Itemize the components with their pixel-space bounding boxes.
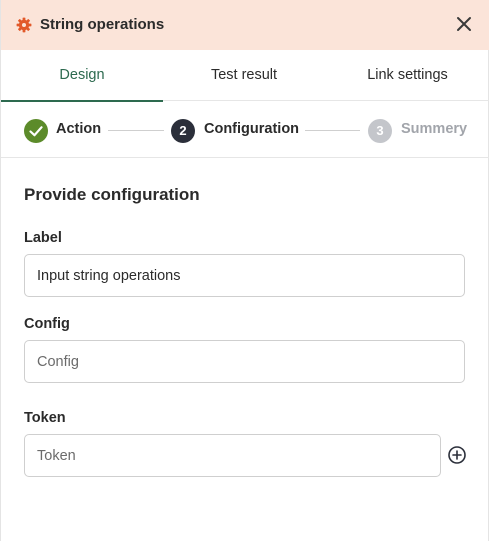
tab-link-settings[interactable]: Link settings bbox=[325, 50, 489, 101]
tab-test-result[interactable]: Test result bbox=[163, 50, 325, 101]
tab-bar: Design Test result Link settings bbox=[1, 50, 489, 102]
check-icon bbox=[29, 126, 43, 137]
token-field-label: Token bbox=[24, 410, 66, 426]
string-operations-panel: String operations Design Test result Lin… bbox=[0, 0, 489, 541]
config-field-label: Config bbox=[24, 316, 70, 332]
plus-circle-icon[interactable] bbox=[447, 445, 467, 465]
step-summery-label: Summery bbox=[401, 121, 468, 137]
step-connector bbox=[108, 130, 164, 131]
step-connector bbox=[305, 130, 360, 131]
step-summery-marker: 3 bbox=[368, 119, 392, 143]
label-field-label: Label bbox=[24, 230, 62, 246]
tab-design[interactable]: Design bbox=[1, 50, 163, 102]
token-input[interactable] bbox=[24, 434, 441, 477]
gear-icon bbox=[16, 17, 32, 33]
panel-title: String operations bbox=[40, 16, 165, 33]
step-configuration-marker: 2 bbox=[171, 119, 195, 143]
step-action-marker bbox=[24, 119, 48, 143]
step-configuration-label: Configuration bbox=[204, 121, 300, 137]
config-input[interactable] bbox=[24, 340, 465, 383]
progress-stepper: Action 2 Configuration 3 Summery bbox=[1, 101, 489, 158]
section-title: Provide configuration bbox=[24, 185, 200, 204]
close-icon[interactable] bbox=[455, 15, 473, 33]
panel-header: String operations bbox=[1, 0, 489, 50]
label-input[interactable] bbox=[24, 254, 465, 297]
step-action-label: Action bbox=[56, 121, 102, 137]
